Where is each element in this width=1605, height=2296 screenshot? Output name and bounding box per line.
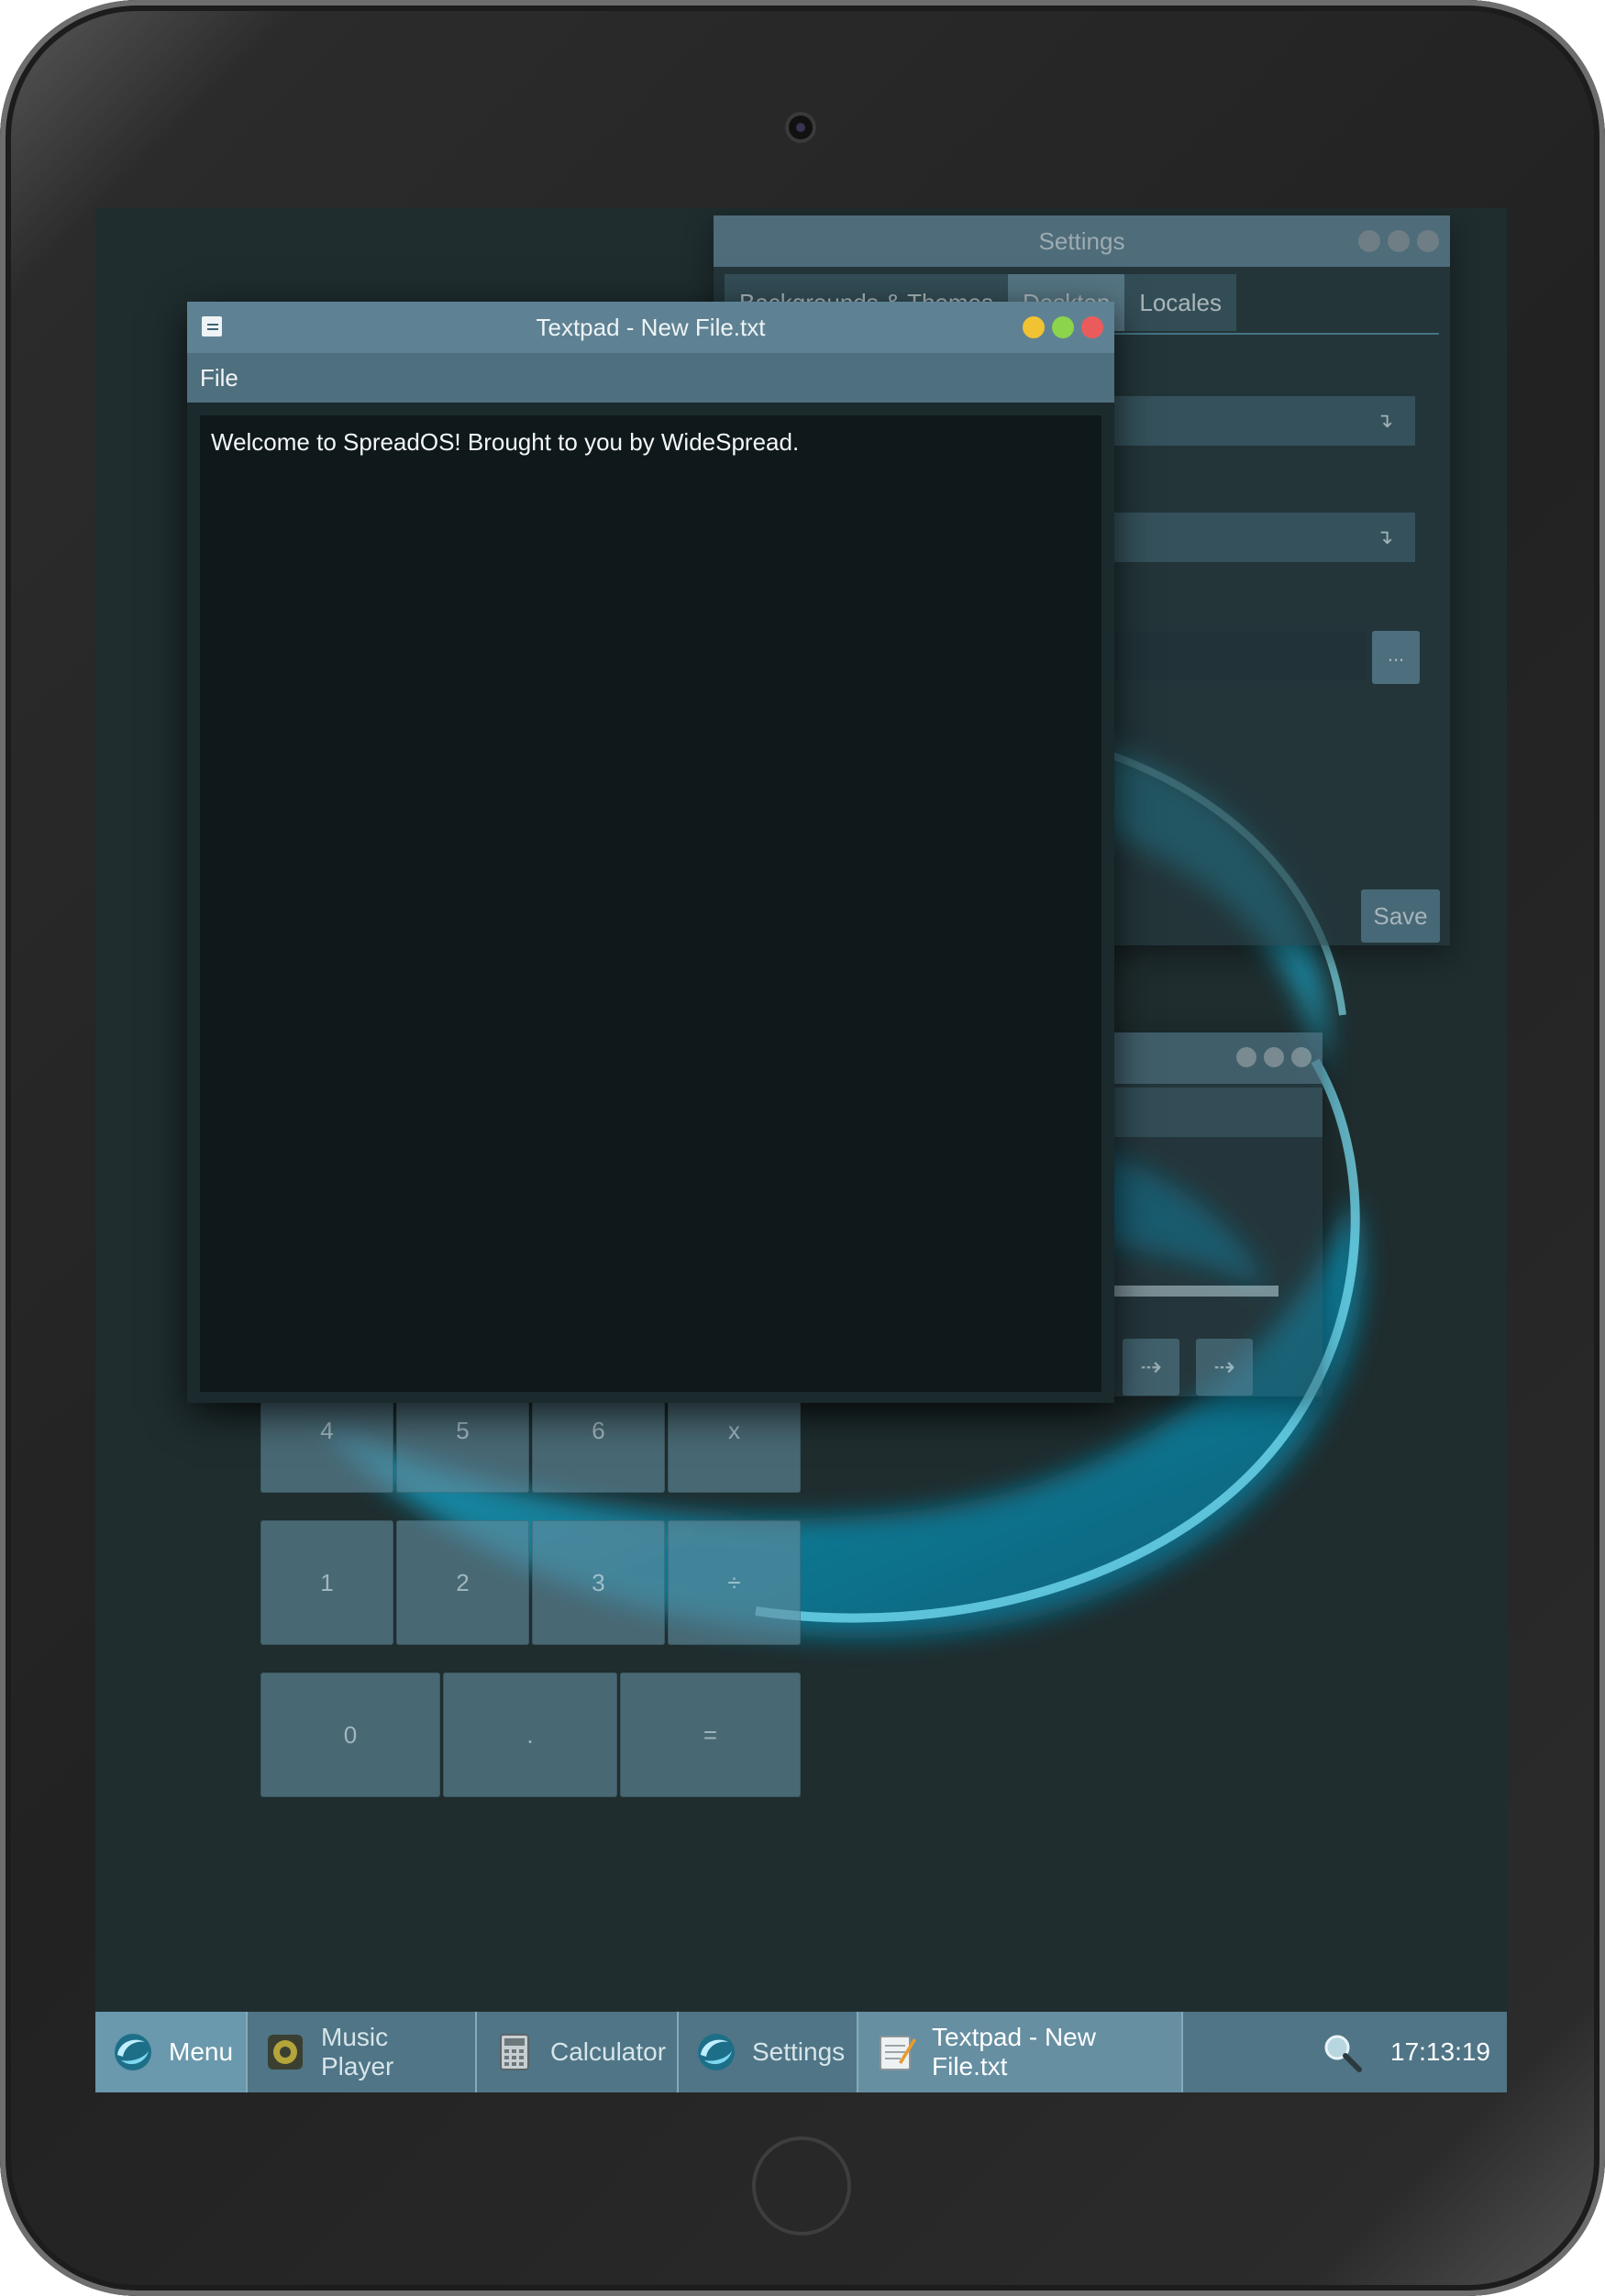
maximize-button[interactable]	[1264, 1047, 1284, 1067]
settings-title: Settings	[1038, 226, 1125, 255]
close-button[interactable]	[1417, 230, 1439, 252]
close-button[interactable]	[1291, 1047, 1312, 1067]
start-menu-button[interactable]: Menu	[95, 2012, 248, 2092]
calculator-icon	[500, 2034, 529, 2070]
notepad-icon	[202, 316, 222, 337]
calc-key-divide[interactable]: ÷	[668, 1520, 801, 1645]
maximize-button[interactable]	[1388, 230, 1410, 252]
minimize-button[interactable]	[1023, 316, 1045, 338]
taskbar-item-label: Settings	[752, 2037, 846, 2066]
minimize-button[interactable]	[1358, 230, 1380, 252]
spreados-logo-icon	[115, 2034, 151, 2070]
taskbar-spacer	[1183, 2012, 1304, 2092]
calc-key-decimal[interactable]: .	[443, 1672, 617, 1797]
close-button[interactable]	[1081, 316, 1103, 338]
dropdown-caret-icon: ↴	[1376, 409, 1393, 432]
home-button[interactable]	[752, 2136, 851, 2235]
calc-key-2[interactable]: 2	[396, 1520, 529, 1645]
tab-locales[interactable]: Locales	[1124, 274, 1237, 331]
taskbar-item-label: Music Player	[321, 2023, 394, 2081]
clock: 17:13:19	[1390, 2037, 1490, 2066]
previous-track-button[interactable]: ⇢	[1123, 1339, 1179, 1396]
browse-button[interactable]: ...	[1372, 631, 1420, 684]
textpad-title: Textpad - New File.txt	[536, 313, 766, 341]
system-tray: 17:13:19	[1304, 2012, 1507, 2092]
notepad-icon	[880, 2036, 916, 2070]
spreados-logo-icon	[698, 2034, 735, 2070]
editor-content: Welcome to SpreadOS! Brought to you by W…	[211, 428, 800, 456]
camera	[789, 116, 813, 139]
calc-key-3[interactable]: 3	[532, 1520, 665, 1645]
calc-key-1[interactable]: 1	[260, 1520, 393, 1645]
maximize-button[interactable]	[1052, 316, 1074, 338]
textpad-window: Textpad - New File.txt File Welcome to S…	[187, 302, 1114, 1403]
taskbar: Menu Music Player Calculator Settings Te…	[95, 2012, 1507, 2092]
desktop: Settings Backgrounds & Themes Desktop Lo…	[95, 208, 1507, 2092]
menu-label: Menu	[169, 2037, 234, 2066]
dropdown-caret-icon: ↴	[1376, 525, 1393, 548]
taskbar-item-label: Calculator	[550, 2037, 667, 2066]
calc-key-equals[interactable]: =	[620, 1672, 801, 1797]
taskbar-item-calculator[interactable]: Calculator	[477, 2012, 679, 2092]
taskbar-item-music-player[interactable]: Music Player	[248, 2012, 477, 2092]
taskbar-item-textpad[interactable]: Textpad - New File.txt	[858, 2012, 1183, 2092]
taskbar-item-label: Textpad - New File.txt	[932, 2023, 1096, 2081]
save-button[interactable]: Save	[1361, 889, 1440, 943]
taskbar-item-settings[interactable]: Settings	[679, 2012, 858, 2092]
calculator-window: 4 5 6 x 1 2 3 ÷ 0 . =	[260, 1368, 801, 1815]
calc-key-0[interactable]: 0	[260, 1672, 440, 1797]
minimize-button[interactable]	[1236, 1047, 1256, 1067]
tablet-frame: Settings Backgrounds & Themes Desktop Lo…	[0, 0, 1605, 2296]
search-icon[interactable]	[1321, 2031, 1363, 2073]
textpad-titlebar[interactable]: Textpad - New File.txt	[187, 302, 1114, 353]
next-track-button[interactable]: ⇢	[1196, 1339, 1253, 1396]
file-menu[interactable]: File	[200, 364, 238, 392]
textpad-menubar: File	[187, 353, 1114, 403]
text-editor-area[interactable]: Welcome to SpreadOS! Brought to you by W…	[200, 415, 1101, 1392]
speaker-icon	[268, 2035, 303, 2070]
settings-titlebar[interactable]: Settings	[714, 215, 1450, 267]
